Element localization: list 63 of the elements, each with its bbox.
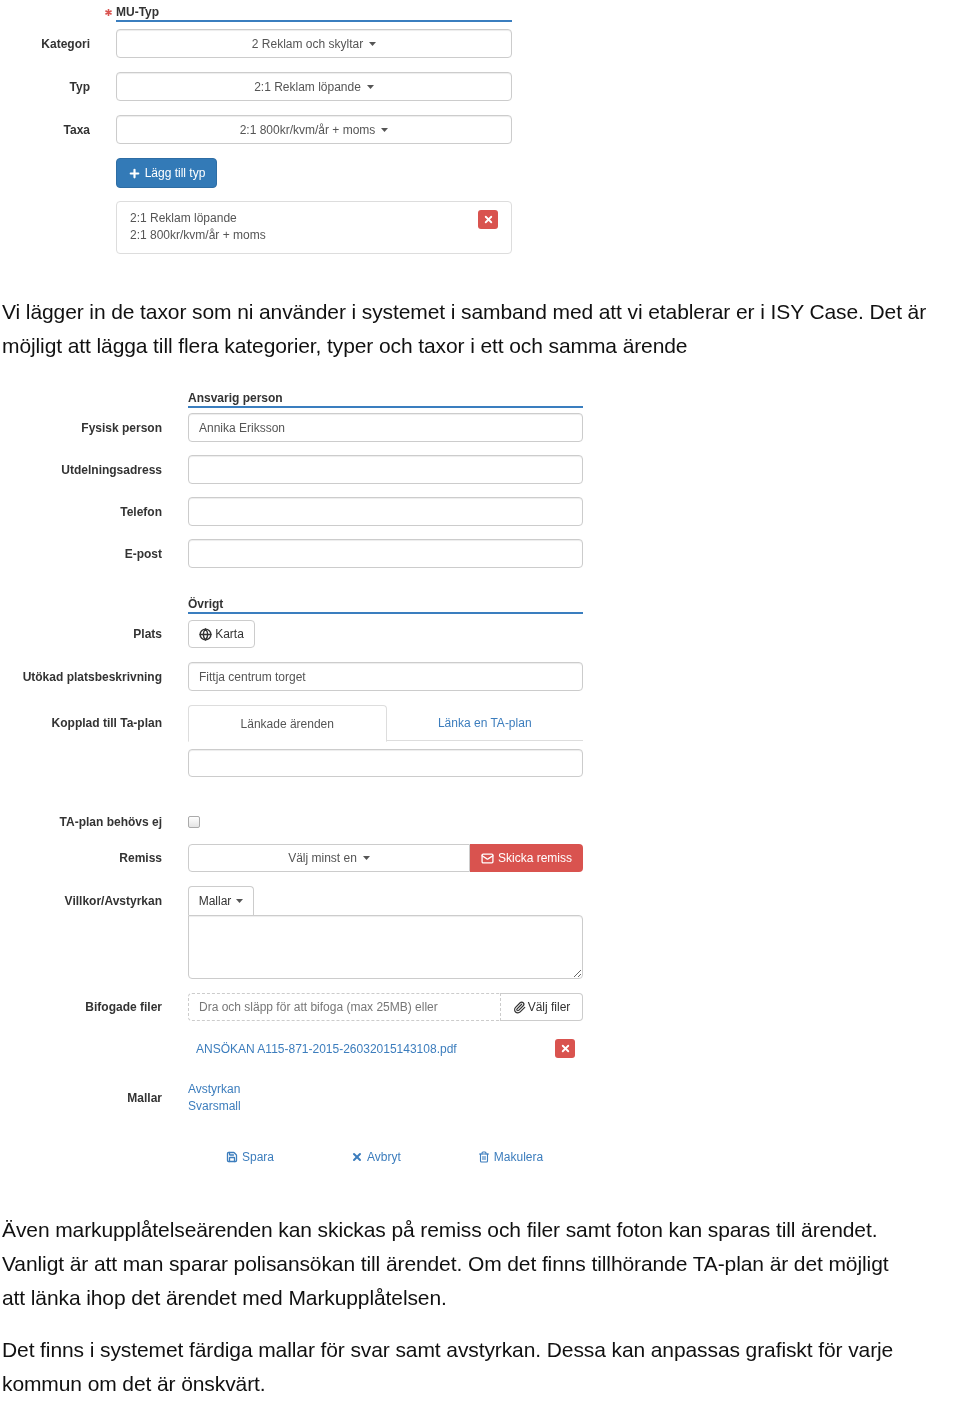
remove-button[interactable] [478, 210, 498, 229]
tab[interactable]: Länkade ärenden [188, 705, 387, 742]
field-label: Kopplad till Ta-plan [51, 716, 162, 730]
field-label: Utdelningsadress [61, 462, 162, 477]
caret-icon [381, 127, 389, 132]
field-label: Plats [133, 627, 162, 641]
item-text: 2:1 Reklam löpande [130, 210, 238, 227]
templates-dropdown-button[interactable]: Mallar [188, 886, 254, 915]
text-input[interactable] [188, 749, 583, 777]
map-button[interactable]: Karta [188, 620, 255, 648]
text-input[interactable]: Annika Eriksson [188, 413, 583, 442]
text-input[interactable] [188, 497, 583, 526]
item-text: 2:1 800kr/kvm/år + moms [130, 227, 266, 244]
dropdown-button[interactable]: 2:1 800kr/kvm/år + moms [116, 115, 512, 144]
dropdown-button[interactable]: Välj minst en [188, 844, 470, 872]
close-icon [351, 1151, 364, 1163]
plus-icon [127, 166, 141, 180]
file-drop-zone[interactable]: Dra och släpp för att bifoga (max 25MB) eller [188, 993, 501, 1021]
envelope-icon [481, 851, 494, 865]
globe-icon [199, 627, 213, 641]
field-label: Mallar [127, 1091, 162, 1105]
field-label: E-post [124, 546, 162, 561]
caret-icon [366, 84, 374, 89]
text-area[interactable] [188, 915, 583, 979]
template-link[interactable]: Svarsmall [188, 1098, 241, 1115]
dropdown-button[interactable]: 2:1 Reklam löpande [116, 72, 512, 101]
text-input[interactable]: Fittja centrum torget [188, 662, 583, 691]
section-heading: MU-Typ [116, 4, 512, 22]
close-icon [482, 214, 494, 225]
choose-files-button[interactable]: Välj filer [501, 993, 583, 1021]
file-link[interactable]: ANSÖKAN A115-871-2015-26032015143108.pdf [196, 1039, 457, 1058]
field-label: Villkor/Avstyrkan [64, 893, 162, 908]
template-link[interactable]: Avstyrkan [188, 1081, 241, 1098]
send-button[interactable]: Skicka remiss [470, 844, 583, 872]
dropdown-button[interactable]: 2 Reklam och skyltar [116, 29, 512, 58]
field-label: Fysisk person [81, 420, 162, 435]
text-input[interactable] [188, 455, 583, 484]
body-paragraph: Även markupplåtelseärenden kan skickas på remiss och filer samt foton kan sparas till ärendet. Vanligt är att man sparar polisansökan till ärendet. Om det finns tillhörande TA-plan är det möjligt att länka ihop det ärendet med Markupplåtelsen. [1, 1217, 890, 1311]
close-icon [559, 1043, 571, 1054]
field-label: Typ [69, 79, 90, 94]
field-label: Bifogade filer [85, 1000, 162, 1014]
field-label: Remiss [119, 851, 162, 865]
body-paragraph: Det finns i systemet färdiga mallar för svar samt avstyrkan. Dessa kan anpassas grafiskt för varje kommun om det är önskvärt. [1, 1337, 895, 1397]
text-input[interactable] [188, 539, 583, 568]
field-label: Kategori [41, 36, 90, 51]
caret-icon [362, 856, 370, 860]
field-label: Taxa [63, 122, 90, 137]
trash-icon [477, 1151, 490, 1163]
section-heading: Övrigt [188, 596, 583, 614]
action-link[interactable]: Spara [226, 1148, 275, 1166]
caret-icon [236, 899, 244, 903]
remove-button[interactable] [555, 1039, 575, 1058]
body-paragraph: Vi lägger in de taxor som ni använder i systemet i samband med att vi etablerar er i ISY Case. Det är möjligt att lägga till flera kategorier, typer och taxor i ett och samma ärende [1, 299, 928, 359]
field-label: TA-plan behövs ej [59, 815, 162, 829]
checkbox[interactable] [188, 816, 200, 828]
add-type-button[interactable]: Lägg till typ [116, 158, 217, 188]
action-link[interactable]: Makulera [477, 1148, 544, 1166]
field-label: Telefon [120, 504, 162, 519]
section-heading: Ansvarig person [188, 390, 583, 408]
caret-icon [369, 41, 377, 46]
paperclip-icon [512, 1000, 526, 1014]
field-label: Utökad platsbeskrivning [22, 669, 162, 684]
action-link[interactable]: Avbryt [351, 1148, 401, 1166]
